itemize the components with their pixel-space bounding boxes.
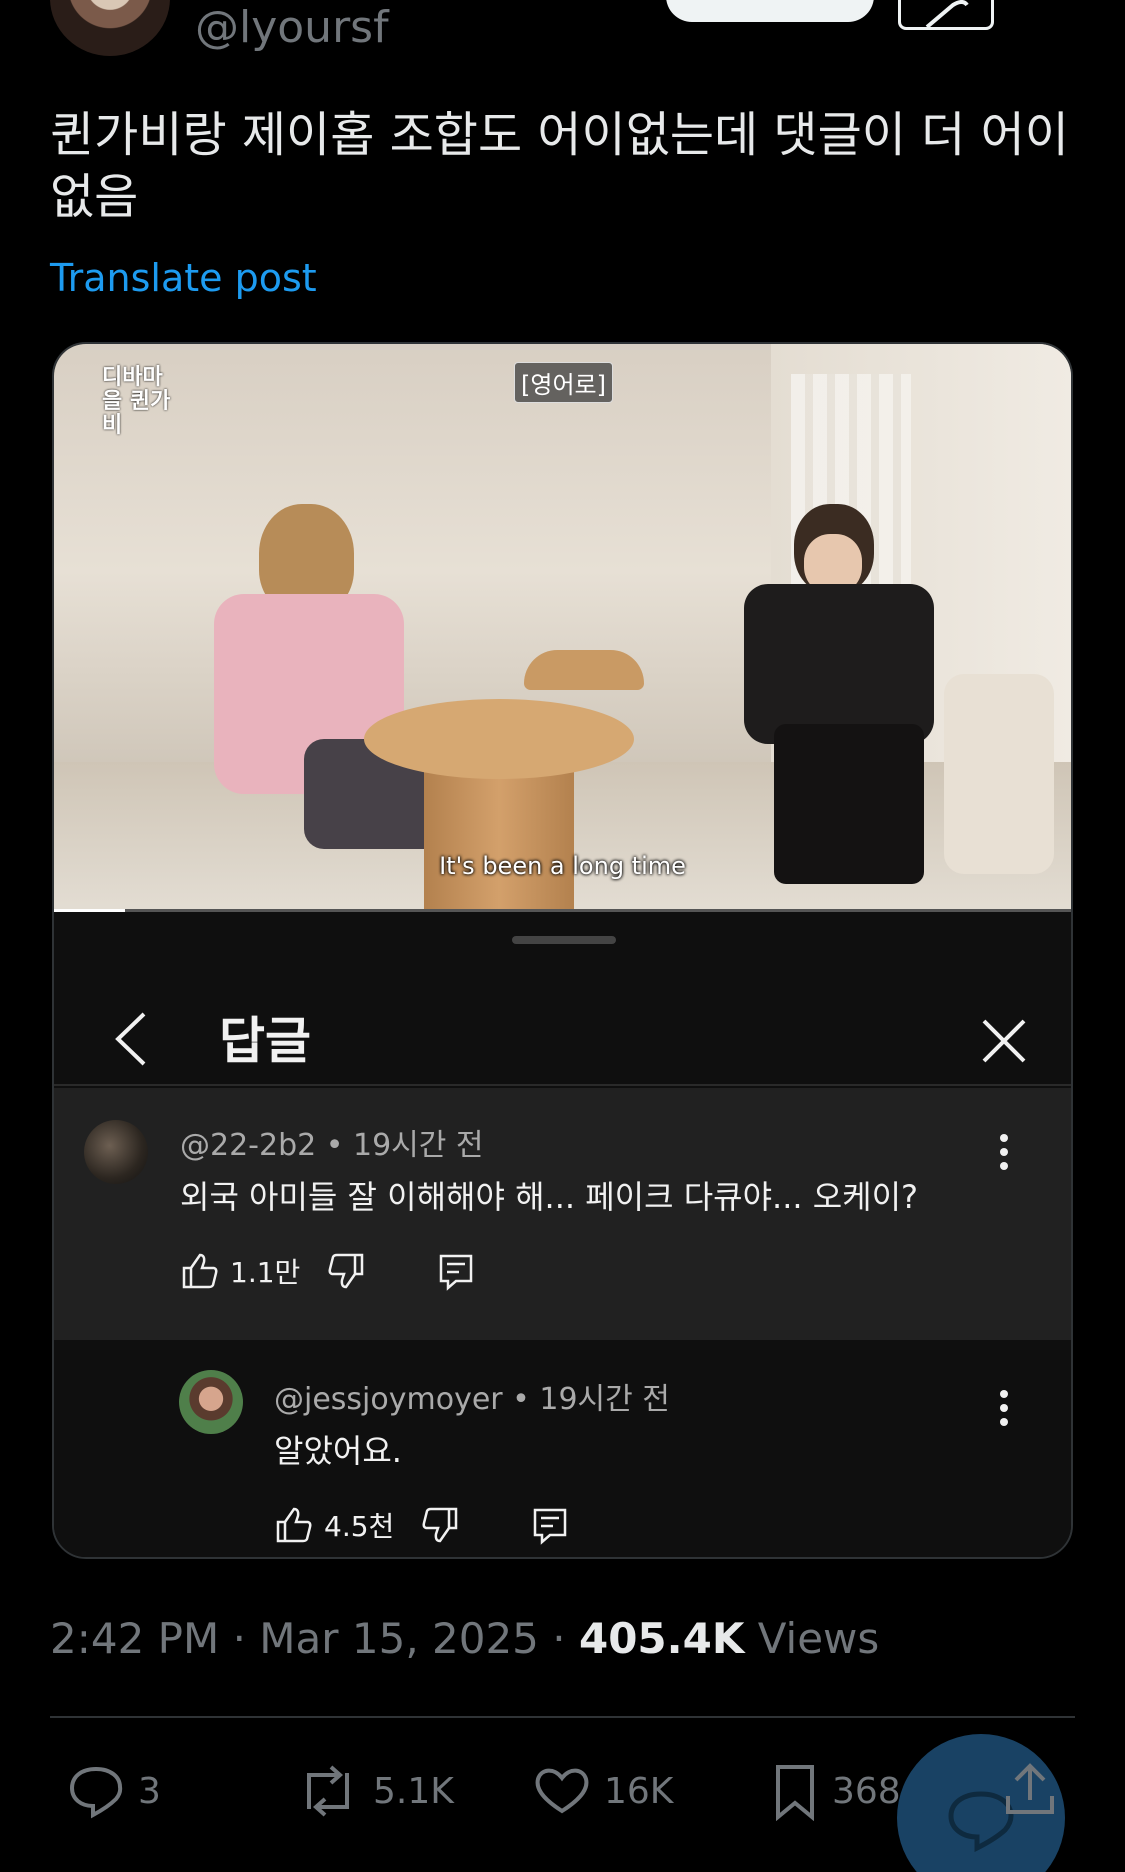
repost-count: 5.1K	[373, 1770, 454, 1812]
chevron-left-icon	[115, 1012, 146, 1066]
comment-actions: 4.5천	[274, 1502, 570, 1548]
thumbs-up-icon[interactable]	[180, 1251, 220, 1291]
scene-chair	[524, 650, 644, 690]
grok-icon	[925, 0, 969, 29]
grok-button[interactable]	[898, 0, 994, 30]
commenter-avatar[interactable]	[179, 1370, 243, 1434]
author-handle[interactable]: @lyoursf	[195, 2, 389, 53]
repost-icon	[307, 1765, 349, 1817]
post-media[interactable]: 디바마을 퀸가비 [영어로] It's been a long time 답글 …	[52, 342, 1073, 1559]
commenter-avatar[interactable]	[84, 1120, 148, 1184]
like-count-post: 16K	[604, 1770, 674, 1812]
back-button[interactable]	[104, 1004, 164, 1074]
bookmark-icon	[776, 1765, 814, 1821]
close-button[interactable]	[974, 1011, 1034, 1071]
reply-icon[interactable]	[436, 1251, 476, 1291]
more-vertical-icon	[1000, 1390, 1008, 1426]
sheet-header: 답글	[54, 956, 1071, 1086]
scene-person-left	[164, 504, 504, 849]
thumbs-up-icon[interactable]	[274, 1505, 314, 1545]
divider	[50, 1716, 1075, 1718]
bookmark-count: 368	[832, 1770, 901, 1812]
comment-item: @22-2b2 • 19시간 전 외국 아미들 잘 이해해야 해... 페이크 …	[54, 1088, 1071, 1340]
close-icon	[982, 1019, 1026, 1063]
translate-post-link[interactable]: Translate post	[50, 256, 317, 300]
comment-menu-button[interactable]	[994, 1388, 1014, 1428]
scene-person-right	[704, 504, 964, 884]
comment-item: @jessjoymoyer • 19시간 전 알았어요. 4.5천	[54, 1340, 1071, 1557]
like-action[interactable]: 16K	[532, 1755, 673, 1827]
comment-text: 알았어요.	[274, 1432, 402, 1470]
video-frame[interactable]: 디바마을 퀸가비 [영어로] It's been a long time	[54, 344, 1071, 912]
author-avatar[interactable]	[50, 0, 170, 56]
thumbs-down-icon[interactable]	[420, 1505, 460, 1545]
reply-icon[interactable]	[530, 1505, 570, 1545]
sheet-title: 답글	[219, 1012, 311, 1070]
scene-table-top	[364, 699, 634, 779]
post-time[interactable]: 2:42 PM · Mar 15, 2025 ·	[50, 1614, 579, 1663]
comment-menu-button[interactable]	[994, 1132, 1014, 1172]
sheet-drag-handle[interactable]	[512, 936, 616, 944]
video-progress-fill	[54, 909, 126, 912]
heart-icon	[535, 1768, 589, 1814]
repost-action[interactable]: 5.1K	[295, 1755, 454, 1827]
share-icon	[1006, 1763, 1054, 1814]
video-tag: [영어로]	[514, 362, 613, 403]
like-count: 4.5천	[324, 1510, 395, 1543]
reply-count: 3	[138, 1770, 161, 1812]
views-count: 405.4K	[578, 1614, 745, 1663]
comment-meta[interactable]: @22-2b2 • 19시간 전	[180, 1120, 484, 1164]
thumbs-down-icon[interactable]	[326, 1251, 366, 1291]
follow-button[interactable]	[666, 0, 874, 22]
comment-actions: 1.1만	[180, 1248, 476, 1294]
bookmark-action[interactable]: 368	[770, 1755, 901, 1827]
channel-logo: 디바마을 퀸가비	[102, 365, 171, 438]
like-count: 1.1만	[230, 1256, 301, 1289]
more-vertical-icon	[1000, 1134, 1008, 1170]
post-text: 퀸가비랑 제이홉 조합도 어이없는데 댓글이 더 어이없음	[50, 107, 1069, 225]
views-label: Views	[744, 1614, 880, 1663]
comment-text: 외국 아미들 잘 이해해야 해... 페이크 다큐야... 오케이?	[180, 1178, 919, 1216]
video-subtitle: It's been a long time	[439, 852, 686, 880]
post-timestamp: 2:42 PM · Mar 15, 2025 · 405.4K Views	[50, 1614, 879, 1663]
replies-sheet: 답글 @22-2b2 • 19시간 전 외국 아미들 잘 이해해야 해... 페…	[54, 916, 1071, 1557]
share-button[interactable]	[1000, 1760, 1060, 1824]
reply-bubble-icon	[69, 1766, 123, 1819]
comment-meta[interactable]: @jessjoymoyer • 19시간 전	[274, 1374, 670, 1418]
reply-action[interactable]: 3	[66, 1755, 161, 1827]
video-progress[interactable]	[54, 909, 1071, 912]
